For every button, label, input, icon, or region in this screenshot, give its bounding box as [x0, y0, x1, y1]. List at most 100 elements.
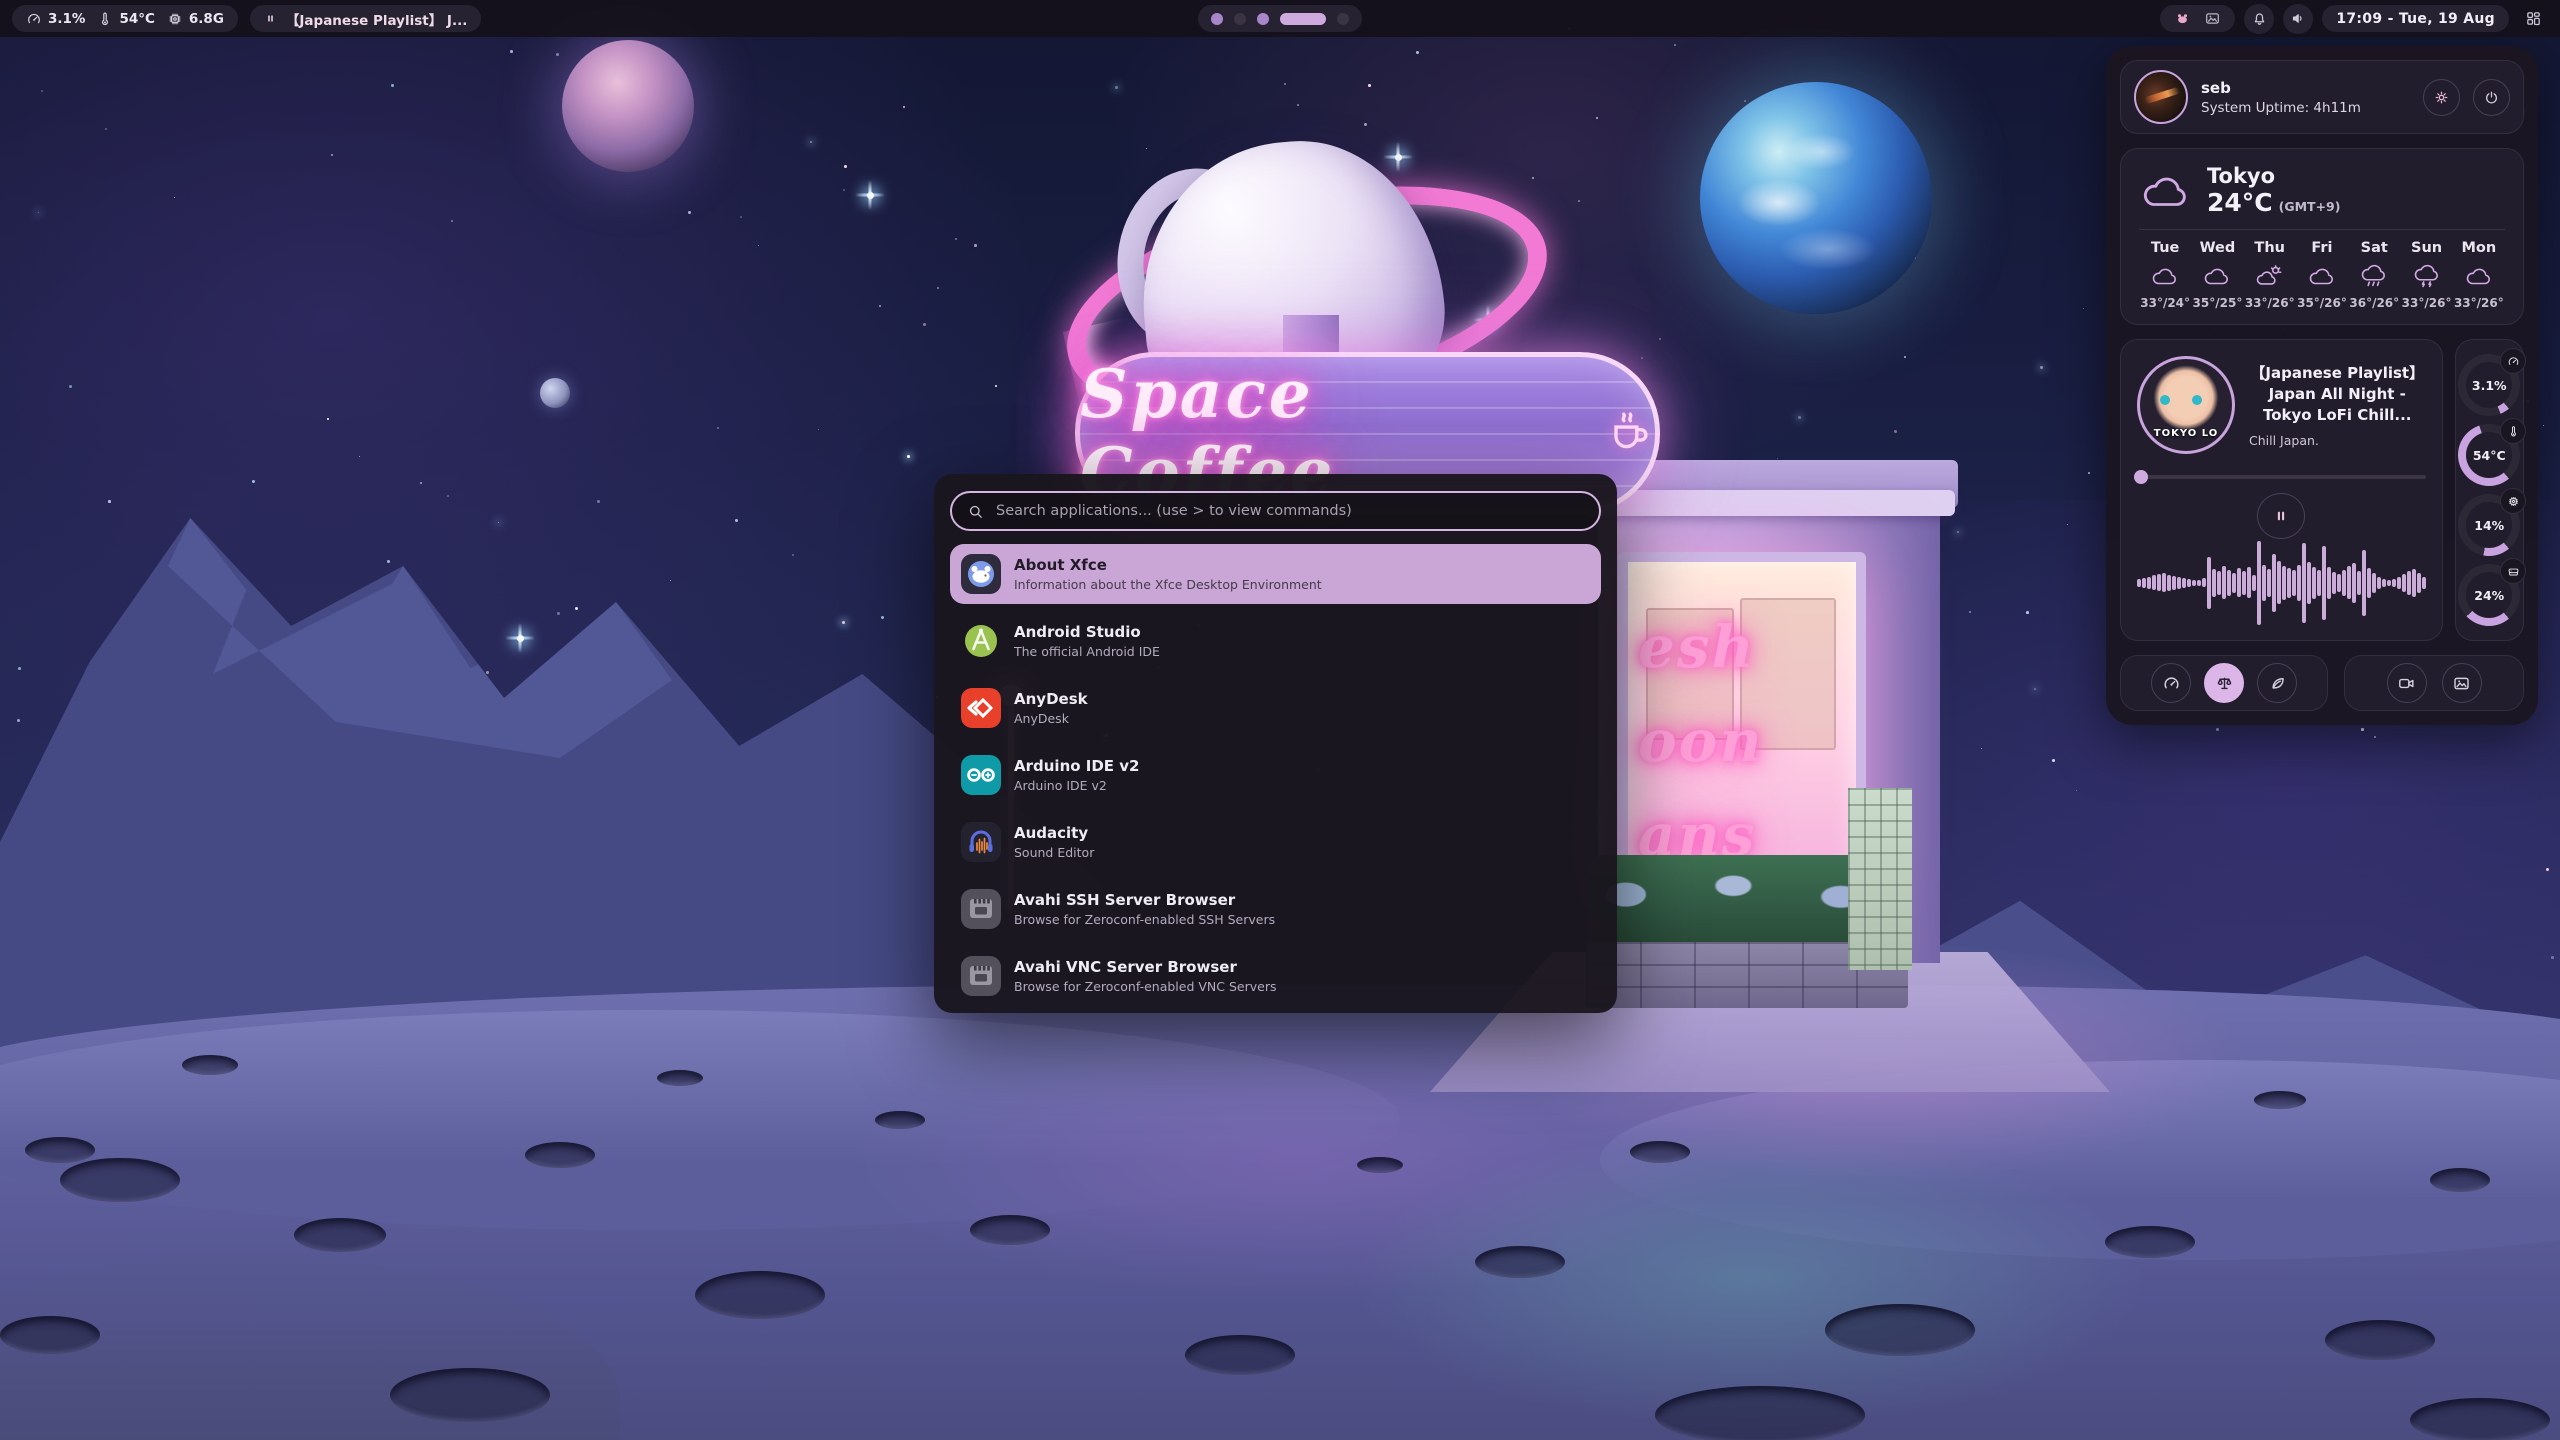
day-label: Sat [2361, 240, 2388, 256]
workspace-dot-1-occupied[interactable] [1211, 13, 1223, 25]
star [105, 128, 107, 130]
camera-icon [2397, 674, 2416, 693]
clock-label: 17:09 - Tue, 19 Aug [2336, 11, 2495, 27]
xfce-mouse-tray-icon[interactable] [2174, 10, 2191, 27]
gauge-speedometer: 3.1% [2458, 354, 2520, 416]
chip-icon [2500, 488, 2526, 514]
seek-knob[interactable] [2134, 470, 2148, 484]
forecast-day-sun: Sun33°/26° [2400, 240, 2452, 310]
viz-bar [2212, 569, 2216, 597]
user-name: seb [2201, 79, 2410, 97]
wallpaper-tray-icon[interactable] [2204, 10, 2221, 27]
viz-bar [2227, 570, 2231, 596]
workspace-dot-5-empty[interactable] [1337, 13, 1349, 25]
search-input[interactable] [994, 502, 1584, 520]
screenshot-button[interactable] [2442, 663, 2482, 703]
profile-balanced-button[interactable] [2204, 663, 2244, 703]
temp-stat: 54°C [97, 11, 154, 27]
viz-bar [2312, 567, 2316, 599]
power-button[interactable] [2473, 79, 2510, 116]
star [974, 244, 977, 247]
coffee-cup-icon [1603, 405, 1655, 461]
star [451, 220, 453, 222]
viz-bar [2207, 557, 2211, 609]
ground-tint [1350, 1130, 2150, 1430]
star [792, 554, 794, 556]
forecast-day-tue: Tue33°/24° [2139, 240, 2191, 310]
crater [970, 1215, 1050, 1245]
app-row-audacity[interactable]: AudacitySound Editor [950, 812, 1601, 872]
star [907, 455, 910, 458]
viz-bar [2237, 568, 2241, 597]
workspace-dot-2-empty[interactable] [1234, 13, 1246, 25]
drive-icon [2500, 558, 2526, 584]
audio-visualizer [2137, 539, 2426, 626]
app-description: Information about the Xfce Desktop Envir… [1014, 577, 1322, 592]
viz-bar [2282, 566, 2286, 600]
now-playing-pill[interactable]: 【Japanese Playlist】 J... [250, 5, 481, 32]
weather-forecast: Tue33°/24°Wed35°/25°Thu33°/26°Fri35°/26°… [2139, 240, 2505, 310]
settings-button[interactable] [2423, 79, 2460, 116]
crater [2254, 1091, 2306, 1109]
day-temps: 33°/24° [2140, 296, 2190, 310]
album-art-text: TOKYO LO [2140, 428, 2232, 439]
crater [875, 1111, 925, 1129]
star [387, 560, 390, 563]
crater [60, 1158, 180, 1202]
app-row-avahi-ssh-server-browser[interactable]: Avahi SSH Server BrowserBrowse for Zeroc… [950, 879, 1601, 939]
system-stats-pill[interactable]: 3.1% 54°C 6.8G [12, 5, 238, 32]
viz-bar [2232, 573, 2236, 593]
avatar [2134, 70, 2188, 124]
star [391, 84, 394, 87]
launcher-search[interactable] [950, 491, 1601, 531]
viz-bar [2217, 571, 2221, 595]
clock[interactable]: 17:09 - Tue, 19 Aug [2322, 5, 2509, 32]
crater [1630, 1141, 1690, 1163]
overview-button[interactable] [2518, 4, 2548, 34]
app-row-anydesk[interactable]: AnyDeskAnyDesk [950, 678, 1601, 738]
volume-button[interactable] [2283, 4, 2313, 34]
purple-planet [562, 40, 694, 172]
speedometer-icon [2500, 348, 2526, 374]
viz-bar [2372, 573, 2376, 593]
viz-bar [2317, 570, 2321, 596]
system-uptime: System Uptime: 4h11m [2201, 100, 2410, 116]
workspace-dot-3-occupied[interactable] [1257, 13, 1269, 25]
top-bar: 3.1% 54°C 6.8G 【Japanese Playlist】 J... [0, 0, 2560, 37]
crater [1357, 1157, 1403, 1173]
app-row-android-studio[interactable]: Android StudioThe official Android IDE [950, 611, 1601, 671]
app-row-about-xfce[interactable]: About XfceInformation about the Xfce Des… [950, 544, 1601, 604]
forecast-day-mon: Mon33°/26° [2453, 240, 2505, 310]
viz-bar [2167, 575, 2171, 591]
viz-bar [2367, 568, 2371, 598]
shop-window: eshoonans [1618, 552, 1866, 902]
power-icon [2483, 89, 2500, 106]
viz-bar [2187, 579, 2191, 587]
viz-bar [2417, 573, 2421, 593]
gear-icon [2433, 89, 2450, 106]
app-description: Sound Editor [1014, 845, 1094, 860]
notifications-button[interactable] [2244, 4, 2274, 34]
screen-record-button[interactable] [2387, 663, 2427, 703]
viz-bar [2272, 554, 2276, 612]
star [2546, 868, 2549, 871]
viz-bar [2297, 565, 2301, 601]
play-pause-button[interactable] [2257, 493, 2305, 539]
app-row-avahi-vnc-server-browser[interactable]: Avahi VNC Server BrowserBrowse for Zeroc… [950, 946, 1601, 1006]
memory-value: 6.8G [189, 11, 224, 27]
profile-power-saver-button[interactable] [2257, 663, 2297, 703]
profile-performance-button[interactable] [2151, 663, 2191, 703]
workspace-dot-4-active[interactable] [1280, 13, 1326, 25]
app-row-arduino-ide-v2[interactable]: Arduino IDE v2Arduino IDE v2 [950, 745, 1601, 805]
star [2216, 728, 2219, 731]
viz-bar [2267, 569, 2271, 597]
star [510, 50, 513, 53]
app-name: Android Studio [1014, 623, 1160, 642]
speedometer-icon [2162, 674, 2181, 693]
forecast-day-wed: Wed35°/25° [2191, 240, 2243, 310]
cpu-stat: 3.1% [26, 11, 85, 27]
viz-bar [2402, 574, 2406, 592]
seek-slider[interactable] [2137, 470, 2426, 483]
viz-bar [2322, 546, 2326, 620]
app-name: AnyDesk [1014, 690, 1088, 709]
